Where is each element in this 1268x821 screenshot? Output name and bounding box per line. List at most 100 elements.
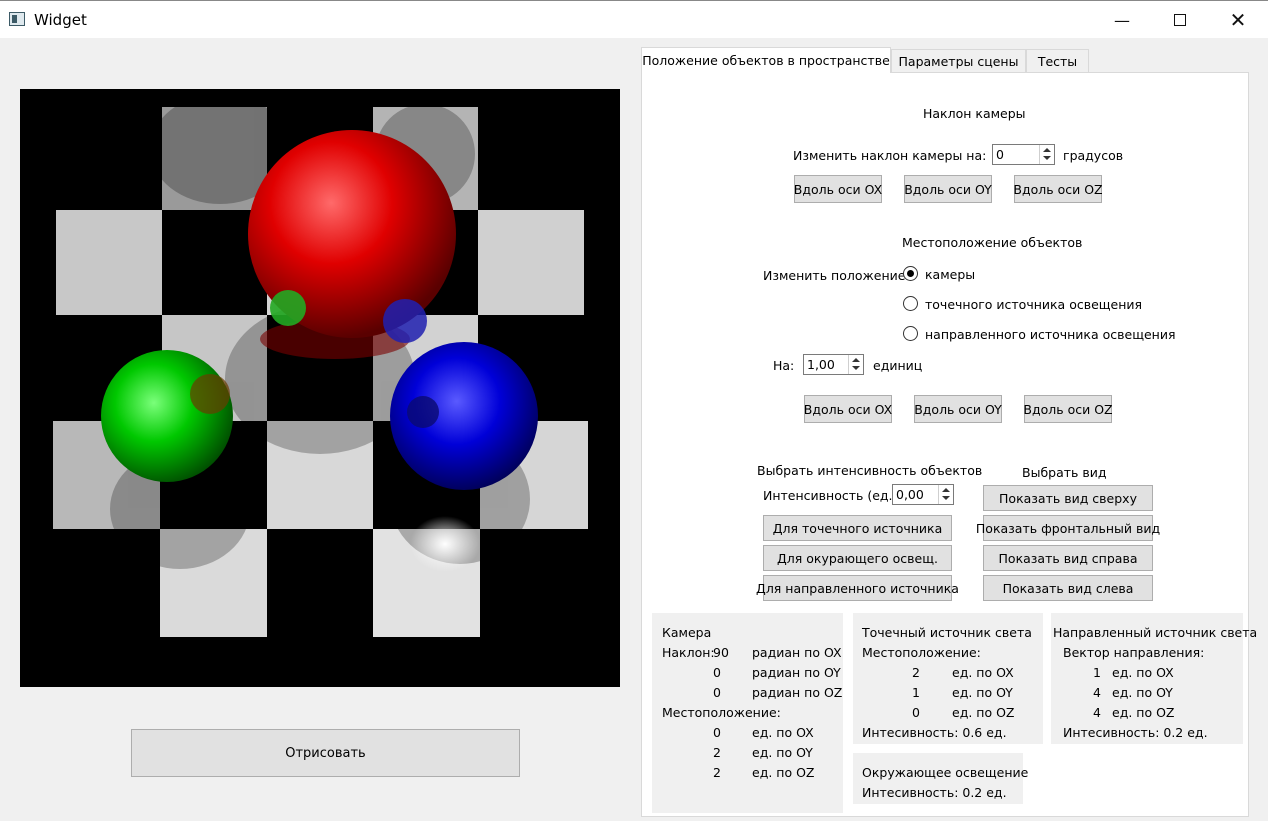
point-intensity-button[interactable]: Для точечного источника [763, 515, 952, 541]
radio-point-light-label: точечного источника освещения [925, 297, 1143, 312]
location-spinbox[interactable]: 1,00 [803, 354, 864, 375]
maximize-icon[interactable] [1151, 1, 1209, 39]
tab-scene-parameters[interactable]: Параметры сцены [891, 49, 1026, 72]
tilt-oz-unit: радиан по OZ [752, 685, 843, 700]
red-sphere-green-reflection [270, 290, 306, 326]
ambient-info-box: Окружающее освещение Интесивность: 0.2 е… [853, 753, 1028, 804]
ambient-title: Окружающее освещение [862, 765, 1029, 780]
point-light-intensity: Интесивность: 0.6 ед. [862, 725, 1007, 740]
dir-vec-oy-value: 4 [1093, 685, 1101, 700]
camera-pos-oy-unit: ед. по OY [752, 745, 813, 760]
camera-pos-oz-value: 2 [713, 765, 721, 780]
location-label: Изменить положение: [763, 268, 910, 283]
ambient-intensity: Интесивность: 0.2 ед. [862, 785, 1007, 800]
tilt-oy-unit: радиан по OY [752, 665, 841, 680]
window-title: Widget [34, 11, 87, 29]
location-by-label: На: [773, 358, 795, 373]
tilt-oz-button[interactable]: Вдоль оси OZ [1013, 175, 1103, 203]
camera-info-box: Камера Наклон: 90 радиан по OX 0 радиан … [652, 613, 843, 813]
camera-position-label: Местоположение: [662, 705, 781, 720]
spinbox-arrows[interactable] [848, 355, 863, 374]
spinbox-arrows[interactable] [1039, 145, 1054, 164]
dir-vec-ox-value: 1 [1093, 665, 1101, 680]
spin-down-icon[interactable] [852, 366, 860, 370]
camera-tilt-spinbox[interactable]: 0 [992, 144, 1055, 165]
radio-camera[interactable] [903, 266, 918, 281]
tilt-oy-value: 0 [713, 665, 721, 680]
point-pos-oz-unit: ед. по OZ [952, 705, 1015, 720]
move-oz-button[interactable]: Вдоль оси OZ [1023, 395, 1113, 423]
draw-button[interactable]: Отрисовать [131, 729, 520, 777]
point-light-info-box: Точечный источник света Местоположение: … [853, 613, 1043, 744]
view-heading: Выбрать вид [1022, 465, 1107, 480]
point-pos-oy-unit: ед. по OY [952, 685, 1013, 700]
camera-pos-ox-value: 0 [713, 725, 721, 740]
camera-tilt-value: 0 [996, 147, 1004, 162]
camera-info-title: Камера [662, 625, 712, 640]
dir-vec-oy-unit: ед. по OY [1112, 685, 1173, 700]
app-icon [9, 12, 25, 26]
view-front-button[interactable]: Показать фронтальный вид [976, 515, 1160, 541]
blue-sphere-reflection [407, 396, 439, 428]
tilt-ox-value: 90 [713, 645, 729, 660]
intensity-label: Интенсивность (ед.) [763, 488, 898, 503]
camera-tilt-label: Изменить наклон камеры на: [793, 148, 987, 163]
location-value: 1,00 [807, 357, 835, 372]
render-canvas [20, 89, 620, 687]
intensity-spinbox[interactable]: 0,00 [892, 484, 954, 505]
location-heading: Местоположение объектов [902, 235, 1083, 250]
camera-tilt-unit: градусов [1063, 148, 1124, 163]
point-pos-ox-value: 2 [912, 665, 920, 680]
point-light-title: Точечный источник света [862, 625, 1032, 640]
spinbox-arrows[interactable] [938, 485, 953, 504]
directional-vector-label: Вектор направления: [1063, 645, 1205, 660]
tab-panel: Наклон камеры Изменить наклон камеры на:… [641, 72, 1257, 817]
radio-directional-light[interactable] [903, 326, 918, 341]
minimize-icon[interactable]: — [1093, 1, 1151, 39]
spin-up-icon[interactable] [1043, 148, 1051, 152]
point-light-position-label: Местоположение: [862, 645, 981, 660]
spin-down-icon[interactable] [1043, 156, 1051, 160]
intensity-value: 0,00 [896, 487, 924, 502]
view-top-button[interactable]: Показать вид сверху [983, 485, 1153, 511]
camera-pos-ox-unit: ед. по OX [752, 725, 814, 740]
tilt-oz-value: 0 [713, 685, 721, 700]
directional-light-info-box: Направленный источник света Вектор напра… [1051, 613, 1257, 744]
title-bar: Widget — ✕ [0, 0, 1268, 38]
tilt-ox-unit: радиан по OX [752, 645, 842, 660]
dir-vec-oz-value: 4 [1093, 705, 1101, 720]
move-oy-button[interactable]: Вдоль оси OY [914, 395, 1002, 423]
view-left-button[interactable]: Показать вид слева [983, 575, 1153, 601]
radio-point-light[interactable] [903, 296, 918, 311]
radio-camera-label: камеры [925, 267, 976, 282]
ambient-intensity-button[interactable]: Для окурающего освещ. [763, 545, 952, 571]
point-pos-oy-value: 1 [912, 685, 920, 700]
point-pos-oz-value: 0 [912, 705, 920, 720]
red-sphere-blue-reflection [383, 299, 427, 343]
camera-pos-oz-unit: ед. по OZ [752, 765, 815, 780]
intensity-heading: Выбрать интенсивность объектов [757, 463, 983, 478]
green-sphere [101, 350, 233, 482]
spin-up-icon[interactable] [852, 358, 860, 362]
dir-vec-oz-unit: ед. по OZ [1112, 705, 1175, 720]
camera-tilt-info-label: Наклон: [662, 645, 715, 660]
directional-light-intensity: Интесивность: 0.2 ед. [1063, 725, 1208, 740]
close-icon[interactable]: ✕ [1209, 1, 1267, 39]
scene-render [53, 94, 588, 637]
camera-pos-oy-value: 2 [713, 745, 721, 760]
specular-highlight [410, 516, 480, 572]
tab-object-position[interactable]: Положение объектов в пространстве [641, 47, 891, 73]
directional-intensity-button[interactable]: Для направленного источника [756, 575, 959, 601]
location-unit: единиц [873, 358, 923, 373]
tilt-ox-button[interactable]: Вдоль оси OX [794, 175, 882, 203]
camera-tilt-heading: Наклон камеры [923, 106, 1026, 121]
tilt-oy-button[interactable]: Вдоль оси OY [904, 175, 992, 203]
radio-directional-light-label: направленного источника освещения [925, 327, 1176, 342]
move-ox-button[interactable]: Вдоль оси OX [804, 395, 892, 423]
point-pos-ox-unit: ед. по OX [952, 665, 1014, 680]
tab-tests[interactable]: Тесты [1026, 49, 1089, 72]
green-sphere-reflection [190, 374, 230, 414]
view-right-button[interactable]: Показать вид справа [983, 545, 1153, 571]
spin-up-icon[interactable] [942, 488, 950, 492]
spin-down-icon[interactable] [942, 496, 950, 500]
